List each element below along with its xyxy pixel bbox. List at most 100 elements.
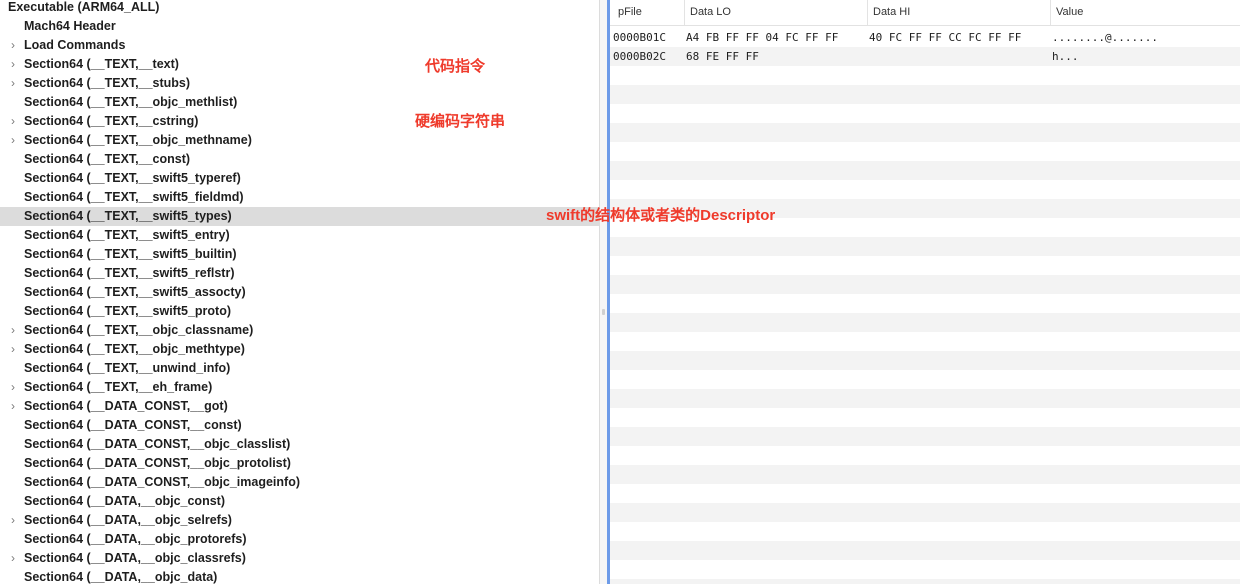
tree-item-label: Section64 (__DATA,__objc_data) [24, 570, 218, 584]
chevron-right-icon[interactable]: › [8, 340, 18, 359]
table-row[interactable]: 0000B01C A4 FB FF FF 04 FC FF FF 40 FC FF … [610, 28, 1240, 47]
annotation-code-instructions: 代码指令 [425, 58, 486, 75]
tree-item-label: Section64 (__DATA_CONST,__objc_imageinfo… [24, 475, 300, 489]
column-header-pfile[interactable]: pFile [613, 0, 684, 25]
chevron-right-icon[interactable]: › [8, 511, 18, 530]
tree-item[interactable]: › Section64 (__TEXT,__stubs) [0, 74, 599, 93]
tree-item[interactable]: Section64 (__DATA_CONST,__objc_protolist… [0, 454, 599, 473]
tree-item-label: Section64 (__TEXT,__swift5_builtin) [24, 247, 237, 261]
tree-item[interactable]: Mach64 Header [0, 17, 599, 36]
table-row-empty [610, 123, 1240, 142]
chevron-right-icon[interactable]: › [8, 55, 18, 74]
chevron-right-icon[interactable]: › [8, 397, 18, 416]
tree-item[interactable]: › Section64 (__TEXT,__objc_classname) [0, 321, 599, 340]
table-row-empty [610, 294, 1240, 313]
tree-item-label: Section64 (__TEXT,__swift5_types) [24, 209, 232, 223]
tree-item[interactable]: Section64 (__DATA,__objc_data) [0, 568, 599, 584]
tree-item[interactable]: Section64 (__TEXT,__unwind_info) [0, 359, 599, 378]
tree-item[interactable]: Section64 (__TEXT,__swift5_fieldmd) [0, 188, 599, 207]
tree-item[interactable]: Section64 (__DATA_CONST,__objc_classlist… [0, 435, 599, 454]
table-row-empty [610, 408, 1240, 427]
tree-item-label: Section64 (__TEXT,__objc_classname) [24, 323, 254, 337]
tree-item-label: Load Commands [24, 38, 126, 52]
cell-data-lo: 68 FE FF FF [686, 50, 759, 63]
tree-item[interactable]: › Section64 (__DATA,__objc_selrefs) [0, 511, 599, 530]
column-header-data-hi[interactable]: Data HI [867, 0, 1050, 25]
tree-item[interactable]: › Section64 (__TEXT,__cstring) [0, 112, 599, 131]
table-row-empty [610, 503, 1240, 522]
table-row-empty [610, 560, 1240, 579]
tree-item-label: Mach64 Header [24, 19, 116, 33]
tree-item[interactable]: › Section64 (__TEXT,__text) [0, 55, 599, 74]
pane-splitter[interactable] [599, 0, 607, 584]
column-header-value[interactable]: Value [1050, 0, 1240, 25]
tree-item[interactable]: › Section64 (__DATA,__objc_classrefs) [0, 549, 599, 568]
cell-pfile: 0000B02C [613, 50, 666, 63]
table-row-empty [610, 275, 1240, 294]
table-row-empty [610, 180, 1240, 199]
cell-data-hi: 40 FC FF FF CC FC FF FF [869, 31, 1022, 44]
tree-item-label: Section64 (__DATA_CONST,__objc_protolist… [24, 456, 291, 470]
chevron-right-icon[interactable]: › [8, 378, 18, 397]
tree-item[interactable]: Section64 (__DATA_CONST,__const) [0, 416, 599, 435]
tree-item[interactable]: Section64 (__TEXT,__swift5_builtin) [0, 245, 599, 264]
tree-item[interactable]: Section64 (__TEXT,__const) [0, 150, 599, 169]
chevron-right-icon[interactable]: › [8, 36, 18, 55]
tree-item[interactable]: Section64 (__TEXT,__objc_methlist) [0, 93, 599, 112]
tree-item-label: Section64 (__TEXT,__swift5_typeref) [24, 171, 241, 185]
tree-root[interactable]: Executable (ARM64_ALL) [0, 0, 599, 17]
tree-item-label: Section64 (__DATA,__objc_selrefs) [24, 513, 232, 527]
cell-pfile: 0000B01C [613, 31, 666, 44]
tree-item[interactable]: Section64 (__TEXT,__swift5_assocty) [0, 283, 599, 302]
tree-item[interactable]: Section64 (__TEXT,__swift5_typeref) [0, 169, 599, 188]
tree-item-label: Section64 (__DATA,__objc_protorefs) [24, 532, 247, 546]
table-row-empty [610, 104, 1240, 123]
cell-data-lo: A4 FB FF FF 04 FC FF FF [686, 31, 839, 44]
tree-item-label: Section64 (__TEXT,__swift5_reflstr) [24, 266, 235, 280]
table-row-empty [610, 389, 1240, 408]
tree-item[interactable]: › Section64 (__TEXT,__eh_frame) [0, 378, 599, 397]
column-header-data-lo[interactable]: Data LO [684, 0, 867, 25]
annotation-swift-descriptor: swift的结构体或者类的Descriptor [546, 207, 776, 224]
tree-item-label: Section64 (__TEXT,__cstring) [24, 114, 199, 128]
table-row-empty [610, 142, 1240, 161]
tree-item-label: Section64 (__TEXT,__swift5_proto) [24, 304, 232, 318]
tree-item[interactable]: Section64 (__DATA_CONST,__objc_imageinfo… [0, 473, 599, 492]
tree-item-label: Section64 (__TEXT,__stubs) [24, 76, 191, 90]
chevron-right-icon[interactable]: › [8, 112, 18, 131]
tree-item-label: Section64 (__DATA,__objc_classrefs) [24, 551, 246, 565]
table-row-empty [610, 370, 1240, 389]
tree-item[interactable]: Section64 (__TEXT,__swift5_reflstr) [0, 264, 599, 283]
tree-item[interactable]: Section64 (__DATA,__objc_const) [0, 492, 599, 511]
splitter-grip[interactable] [602, 309, 605, 315]
chevron-right-icon[interactable]: › [8, 321, 18, 340]
tree-item-label: Section64 (__TEXT,__unwind_info) [24, 361, 231, 375]
table-row[interactable]: 0000B02C 68 FE FF FF h... [610, 47, 1240, 66]
table-row-empty [610, 427, 1240, 446]
table-header: pFile Data LO Data HI Value [610, 0, 1240, 26]
tree-item[interactable]: › Section64 (__DATA_CONST,__got) [0, 397, 599, 416]
tree-item[interactable]: Section64 (__TEXT,__swift5_proto) [0, 302, 599, 321]
table-row-empty [610, 85, 1240, 104]
tree-item[interactable]: Section64 (__TEXT,__swift5_types) [0, 207, 599, 226]
tree-item-label: Section64 (__TEXT,__swift5_entry) [24, 228, 230, 242]
chevron-right-icon[interactable]: › [8, 131, 18, 150]
tree-item[interactable]: Section64 (__DATA,__objc_protorefs) [0, 530, 599, 549]
tree-item-label: Section64 (__DATA_CONST,__const) [24, 418, 242, 432]
cell-value: h... [1052, 50, 1079, 63]
tree-item[interactable]: Section64 (__TEXT,__swift5_entry) [0, 226, 599, 245]
tree-item-label: Section64 (__TEXT,__objc_methname) [24, 133, 252, 147]
table-row-empty [610, 579, 1240, 584]
tree-item-label: Section64 (__TEXT,__swift5_fieldmd) [24, 190, 244, 204]
tree-item-label: Section64 (__DATA_CONST,__objc_classlist… [24, 437, 291, 451]
tree-item[interactable]: › Section64 (__TEXT,__objc_methname) [0, 131, 599, 150]
tree-item-label: Section64 (__TEXT,__const) [24, 152, 191, 166]
table-row-empty [610, 446, 1240, 465]
tree-item[interactable]: › Section64 (__TEXT,__objc_methtype) [0, 340, 599, 359]
chevron-right-icon[interactable]: › [8, 74, 18, 93]
table-row-empty [610, 332, 1240, 351]
tree-item[interactable]: › Load Commands [0, 36, 599, 55]
hex-table: pFile Data LO Data HI Value 0000B01C A4 F… [607, 0, 1240, 584]
chevron-right-icon[interactable]: › [8, 549, 18, 568]
tree-item-label: Section64 (__DATA_CONST,__got) [24, 399, 228, 413]
